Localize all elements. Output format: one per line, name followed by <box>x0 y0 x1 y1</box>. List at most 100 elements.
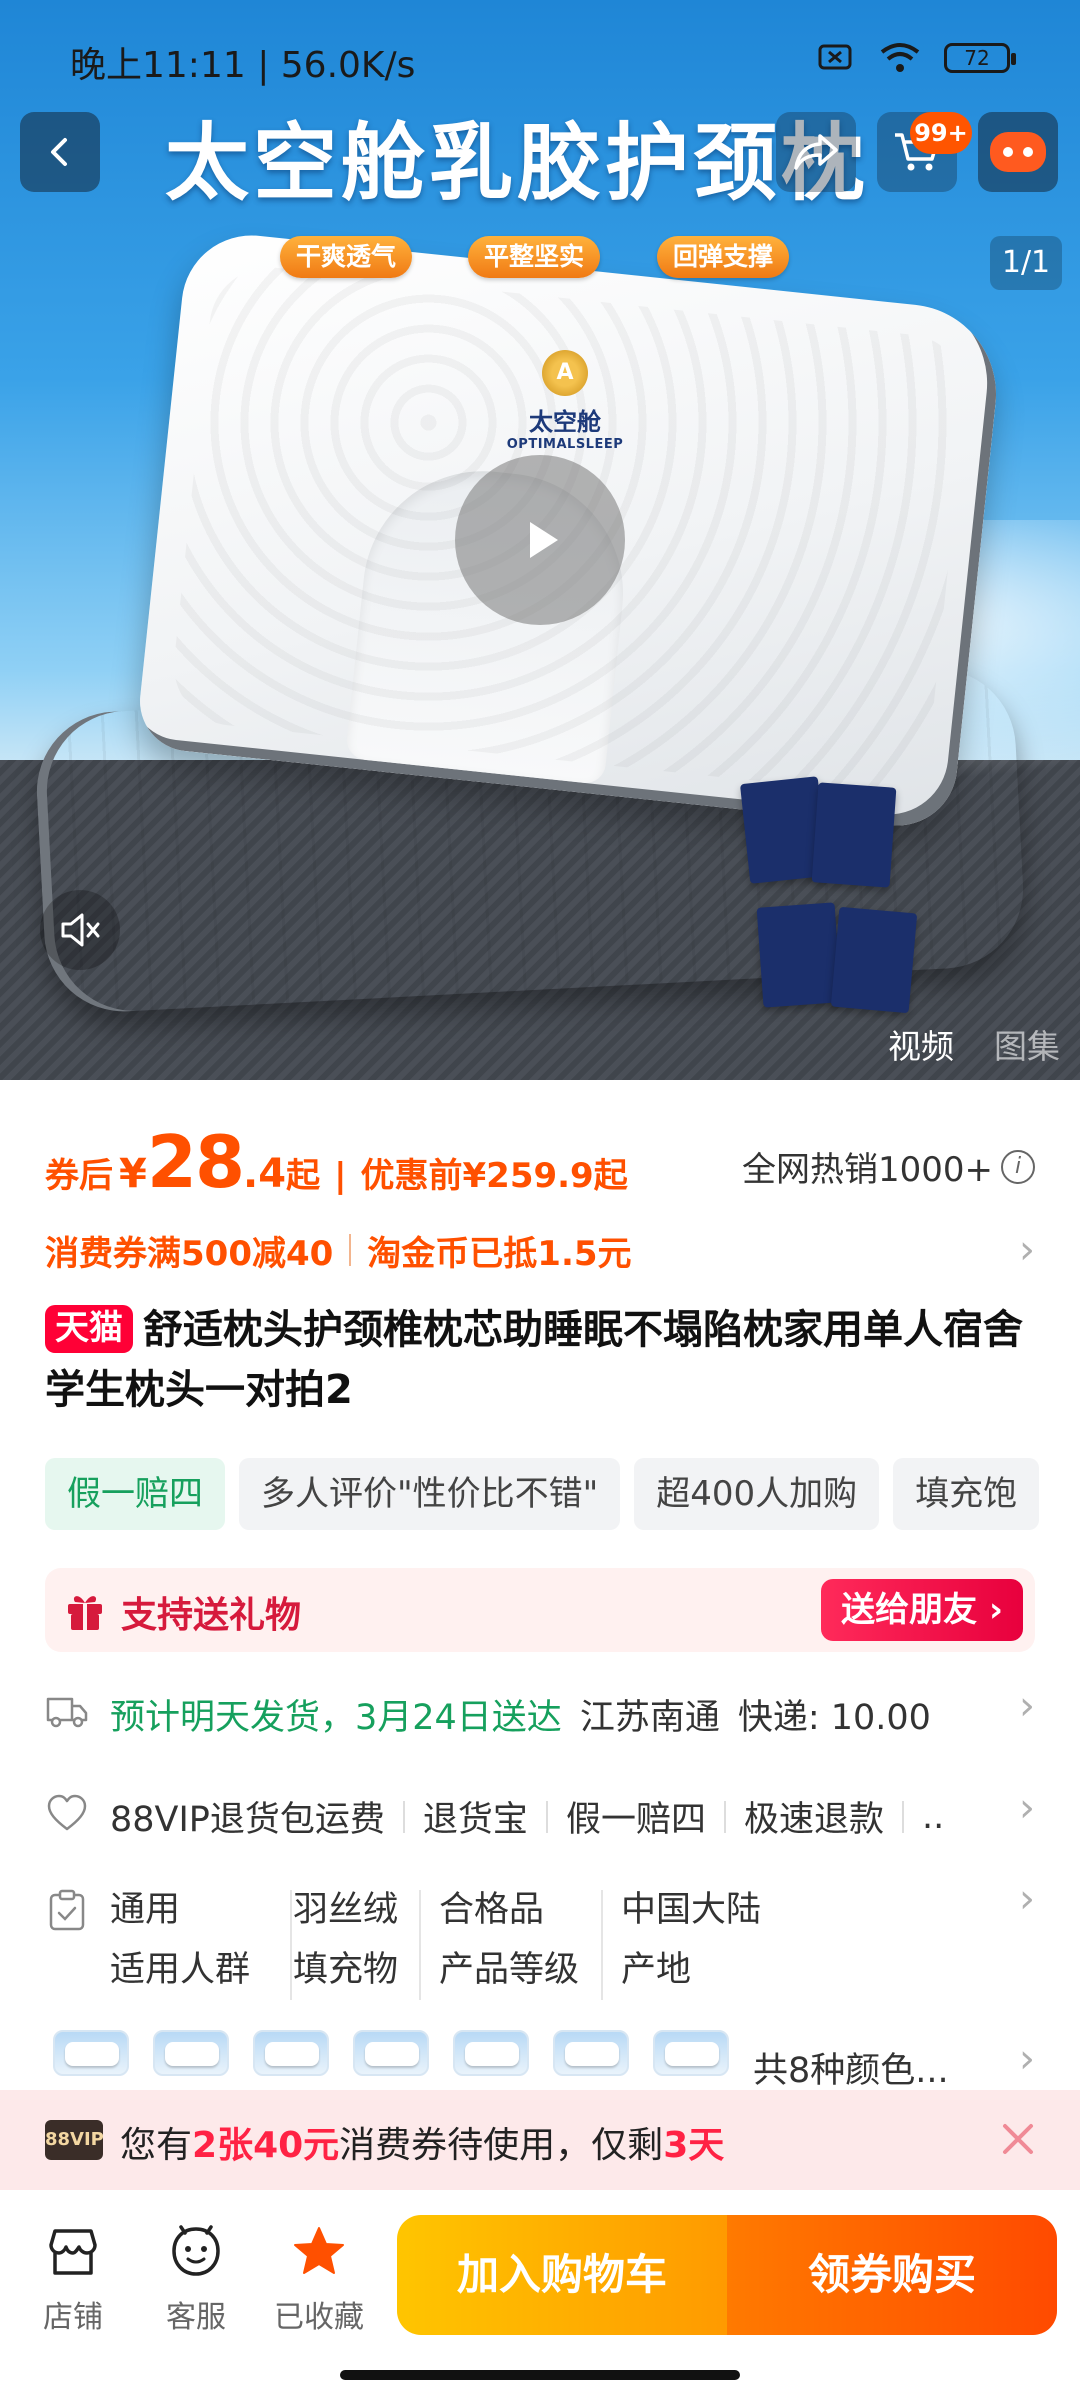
close-icon[interactable] <box>991 2112 1045 2166</box>
service-item: 退货宝 <box>422 1800 528 1840</box>
price-row: 券后 ¥ 28 .4 起 | 优惠前 ¥259.9 起 全网热销1000+ i <box>45 1120 1035 1210</box>
chevron-right-icon: › <box>1019 2036 1035 2082</box>
variant-thumb[interactable] <box>153 2030 229 2076</box>
favorite-button[interactable]: 已收藏 <box>264 2222 374 2336</box>
banner-title: 太空舱乳胶护颈枕 <box>165 114 870 212</box>
spec-divider <box>601 1890 603 2000</box>
service-divider <box>723 1800 726 1833</box>
before-price-from-suffix: 起 <box>593 1156 628 1196</box>
shop-icon <box>49 2229 97 2275</box>
service-item: 88VIP退货包运费 <box>110 1800 385 1840</box>
sales-text: 全网热销1000+ <box>741 1150 993 1190</box>
add-to-cart-button[interactable]: 加入购物车 <box>397 2215 727 2335</box>
favorite-label: 已收藏 <box>274 2300 364 2335</box>
back-button[interactable] <box>20 112 100 192</box>
service-item: 假一赔四 <box>565 1800 706 1840</box>
spec-key: 产品等级 <box>439 1950 580 1990</box>
price-from-suffix: 起 <box>286 1156 321 1196</box>
feature-tag: 平整坚实 <box>468 236 601 278</box>
tmall-badge: 天猫 <box>45 1305 133 1353</box>
shipping-row[interactable]: 预计明天发货，3月24日送达 江苏南通 快递: 10.00 › <box>45 1683 1035 1743</box>
variant-thumb[interactable] <box>353 2030 429 2076</box>
wifi-icon <box>880 43 920 72</box>
spec-value: 通用 <box>110 1890 181 1930</box>
price-line: 券后 ¥ 28 .4 起 | 优惠前 ¥259.9 起 <box>45 1120 628 1204</box>
sim-off-icon <box>818 44 852 70</box>
customer-service-label: 客服 <box>166 2300 226 2335</box>
service-divider <box>402 1800 405 1833</box>
share-icon <box>794 134 838 170</box>
coupon-msg-prefix: 您有 <box>120 2125 193 2166</box>
chip-cart-count[interactable]: 超400人加购 <box>634 1458 880 1530</box>
price-integer: 28 <box>146 1120 245 1204</box>
more-menu-button[interactable] <box>978 112 1058 192</box>
customer-service-button[interactable]: 客服 <box>141 2222 251 2336</box>
currency-symbol: ¥ <box>119 1151 147 1197</box>
variant-thumb[interactable] <box>253 2030 329 2076</box>
service-item: .. <box>921 1796 945 1837</box>
more-dots-icon <box>990 132 1046 172</box>
spec-row[interactable]: 通用 适用人群 羽丝绒 填充物 合格品 产品等级 中国大陆 产地 › <box>45 1876 1035 2010</box>
coupon-reminder-strip[interactable]: 88VIP 您有2张40元消费券待使用，仅剩3天 <box>0 2090 1080 2190</box>
brand-name-en: OPTIMALSLEEP <box>506 437 624 452</box>
spec-value: 合格品 <box>439 1890 545 1930</box>
highlight-chips: 假一赔四 多人评价"性价比不错" 超400人加购 填充饱 <box>45 1458 1080 1530</box>
product-title-block: 天猫 舒适枕头护颈椎枕芯助睡眠不塌陷枕家用单人宿舍学生枕头一对拍2 <box>45 1300 1035 1420</box>
brand-emblem-icon: A <box>542 350 588 396</box>
customer-service-icon <box>172 2225 220 2276</box>
coin-deduction: 淘金币已抵1.5元 <box>367 1233 632 1274</box>
status-bar: 晚上11:11 | 56.0K/s 72 <box>0 0 1080 110</box>
spec-value: 中国大陆 <box>621 1890 762 1930</box>
share-button[interactable] <box>776 112 856 192</box>
variant-thumb[interactable] <box>53 2030 129 2076</box>
price-decimal: .4 <box>243 1151 287 1197</box>
product-title: 舒适枕头护颈椎枕芯助睡眠不塌陷枕家用单人宿舍学生枕头一对拍2 <box>45 1307 1023 1413</box>
spec-item: 通用 适用人群 <box>110 1880 250 2010</box>
spec-item: 合格品 产品等级 <box>439 1880 579 2010</box>
chip-review[interactable]: 多人评价"性价比不错" <box>239 1458 621 1530</box>
pillow-label-tag <box>830 906 918 1014</box>
info-icon[interactable]: i <box>1001 1149 1035 1184</box>
variant-thumb[interactable] <box>453 2030 529 2076</box>
coupon-msg-middle: 消费券待使用，仅剩 <box>339 2125 664 2166</box>
variant-thumb[interactable] <box>553 2030 629 2076</box>
tab-video[interactable]: 视频 <box>888 1020 954 1068</box>
clipboard-icon <box>49 1889 85 1931</box>
mute-toggle-button[interactable] <box>40 890 120 970</box>
promo-row[interactable]: 消费券满500减40 淘金币已抵1.5元 › <box>45 1220 1035 1280</box>
after-coupon-label: 券后 <box>45 1156 113 1196</box>
service-divider <box>901 1800 904 1833</box>
cart-count-badge: 99+ <box>910 112 972 154</box>
coupon-count: 2张40元 <box>192 2125 340 2166</box>
gift-label: 支持送礼物 <box>121 1595 302 1636</box>
chip-filling[interactable]: 填充饱 <box>893 1458 1040 1530</box>
feature-tag: 干爽透气 <box>280 236 413 278</box>
spec-key: 填充物 <box>293 1950 399 1990</box>
sales-info[interactable]: 全网热销1000+ i <box>742 1142 1035 1191</box>
shop-button[interactable]: 店铺 <box>18 2222 128 2336</box>
tab-gallery[interactable]: 图集 <box>994 1020 1060 1068</box>
purchase-buttons: 加入购物车 领券购买 <box>397 2215 1057 2335</box>
chevron-right-icon: › <box>1019 1876 1035 1922</box>
pillow-brand-logo: A 太空舱 OPTIMALSLEEP <box>490 350 640 452</box>
shop-label: 店铺 <box>43 2300 103 2335</box>
chip-guarantee[interactable]: 假一赔四 <box>45 1458 225 1530</box>
chevron-right-icon: › <box>1019 1683 1035 1729</box>
ship-origin: 江苏南通 <box>579 1698 720 1738</box>
spec-divider <box>290 1890 292 2000</box>
spec-value: 羽丝绒 <box>293 1890 399 1930</box>
play-video-button[interactable] <box>455 455 625 625</box>
feature-tag: 回弹支撑 <box>657 236 790 278</box>
variant-thumb[interactable] <box>653 2030 729 2076</box>
buy-with-coupon-button[interactable]: 领券购买 <box>727 2215 1057 2335</box>
chevron-right-icon: › <box>1019 1785 1035 1831</box>
home-indicator[interactable] <box>340 2370 740 2380</box>
spec-divider <box>419 1890 421 2000</box>
gift-icon <box>68 1596 102 1630</box>
battery-icon: 72 <box>944 43 1016 73</box>
send-to-friend-button[interactable]: 送给朋友 › <box>821 1579 1023 1641</box>
chevron-right-icon: › <box>1019 1227 1035 1273</box>
service-row[interactable]: 88VIP退货包运费 退货宝 假一赔四 极速退款 .. › <box>45 1785 1035 1845</box>
bottom-action-bar: 店铺 客服 已收藏 加入购物车 领券购买 <box>0 2190 1080 2400</box>
status-time-speed: 晚上11:11 | 56.0K/s <box>70 45 416 86</box>
